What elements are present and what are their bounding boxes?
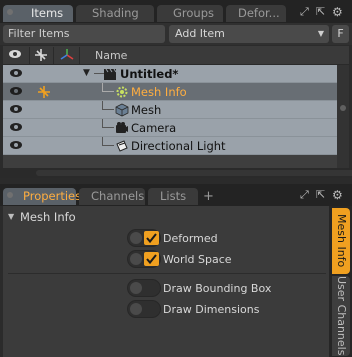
toggle-knob — [130, 253, 142, 265]
filter-items-input[interactable]: Filter Items — [3, 25, 165, 43]
column-separator — [79, 47, 80, 64]
deformed-label: Deformed — [163, 232, 218, 245]
popout-icon[interactable]: ⇱ — [316, 5, 325, 19]
items-list: Name ▼ Untitled* Mesh Info Mesh Camera D… — [3, 46, 349, 207]
tab-label: Groups — [173, 6, 215, 20]
cube-icon — [115, 103, 129, 117]
eye-icon[interactable] — [9, 139, 23, 153]
section-divider — [8, 273, 326, 274]
filter-row: Filter Items Add Item ▼ F — [0, 23, 352, 45]
name-column-header[interactable]: Name — [95, 48, 127, 63]
tab-deformers[interactable]: Defor... — [226, 5, 286, 22]
eye-icon[interactable] — [9, 67, 23, 81]
deformed-checkbox[interactable] — [127, 229, 161, 247]
item-label: Mesh — [131, 103, 162, 117]
list-vertical-scrollbar[interactable] — [337, 65, 349, 168]
tab-label: Defor... — [238, 6, 280, 20]
clapper-icon — [103, 67, 117, 81]
tab-lists[interactable]: Lists — [148, 188, 198, 205]
add-item-dropdown[interactable]: Add Item ▼ — [169, 25, 329, 43]
properties-panel: ▼ Mesh Info Deformed World Space Draw Bo… — [3, 206, 329, 357]
column-separator — [53, 47, 54, 64]
add-item-label: Add Item — [175, 27, 225, 40]
world-space-label: World Space — [163, 253, 232, 266]
vtab-user-channels[interactable]: User Channels — [332, 276, 350, 356]
item-label: Mesh Info — [131, 85, 187, 99]
tab-dot-icon — [7, 192, 13, 198]
draw-dimensions-checkbox[interactable] — [127, 300, 161, 318]
gear-icon[interactable]: ⚙ — [332, 188, 343, 202]
expand-icon[interactable]: ⤢ — [300, 188, 309, 202]
column-separator — [29, 47, 30, 64]
tree-connector — [102, 109, 114, 110]
collapse-triangle-icon[interactable]: ▼ — [8, 208, 14, 226]
tab-shading[interactable]: Shading — [76, 5, 154, 22]
tab-label: Properties — [23, 189, 82, 203]
checkmark-icon — [144, 231, 159, 245]
item-label: Directional Light — [131, 139, 226, 153]
chevron-down-icon: ▼ — [317, 29, 324, 38]
tree-connector — [102, 145, 114, 146]
tab-properties[interactable]: Properties — [3, 188, 81, 205]
section-title: Mesh Info — [20, 210, 76, 224]
eye-icon[interactable] — [9, 103, 23, 117]
item-label: Camera — [131, 121, 177, 135]
expand-triangle-icon[interactable]: ▼ — [83, 68, 90, 78]
filter-f-button[interactable]: F — [332, 25, 349, 43]
toggle-knob — [130, 282, 142, 294]
tree-connector — [102, 127, 114, 128]
list-item-selected[interactable]: Mesh Info — [3, 83, 337, 101]
expand-icon[interactable]: ⤢ — [300, 5, 309, 19]
vtab-mesh-info[interactable]: Mesh Info — [332, 208, 350, 274]
list-header: Name — [3, 46, 349, 65]
list-item[interactable]: Camera — [3, 119, 337, 137]
top-tab-bar: Items Shading Groups Defor... ⤢ ⇱ ⚙ — [0, 0, 352, 23]
tab-label: Shading — [92, 6, 139, 20]
toggle-knob — [130, 303, 142, 315]
window-controls: ⤢ ⇱ ⚙ — [300, 188, 346, 202]
gear-icon[interactable]: ⚙ — [332, 5, 343, 19]
panel-splitter[interactable] — [0, 168, 352, 178]
axis-column-icon[interactable] — [59, 48, 75, 62]
visibility-column-icon[interactable] — [7, 48, 23, 62]
add-tab-button[interactable]: + — [203, 188, 214, 205]
light-icon — [115, 139, 129, 153]
eye-icon[interactable] — [9, 85, 23, 99]
eye-icon[interactable] — [9, 121, 23, 135]
draw-bounding-box-checkbox[interactable] — [127, 279, 161, 297]
gear-icon — [115, 85, 129, 99]
section-header[interactable]: ▼ Mesh Info — [3, 208, 329, 226]
bottom-tab-bar: Properties Channels Lists + ⤢ ⇱ ⚙ — [0, 184, 352, 206]
draw-bounding-box-label: Draw Bounding Box — [163, 282, 272, 295]
popout-icon[interactable]: ⇱ — [316, 188, 325, 202]
lock-icon[interactable] — [36, 84, 52, 100]
tab-label: Lists — [160, 189, 187, 203]
item-label: Untitled* — [120, 67, 179, 81]
tab-dot-icon — [7, 9, 13, 15]
tab-channels[interactable]: Channels — [79, 188, 145, 205]
checkmark-icon — [144, 252, 159, 266]
world-space-checkbox[interactable] — [127, 250, 161, 268]
tab-label: Items — [31, 6, 64, 20]
vertical-tab-strip: Mesh Info User Channels — [329, 206, 352, 357]
list-item[interactable]: Mesh — [3, 101, 337, 119]
tab-items[interactable]: Items — [3, 5, 73, 22]
list-item[interactable]: Directional Light — [3, 137, 337, 155]
camera-icon — [115, 121, 129, 135]
tab-groups[interactable]: Groups — [157, 5, 223, 22]
toggle-knob — [130, 232, 142, 244]
scroll-grip[interactable] — [340, 105, 346, 111]
list-item[interactable]: ▼ Untitled* — [3, 65, 337, 83]
window-controls: ⤢ ⇱ ⚙ — [300, 5, 346, 19]
lock-column-icon[interactable] — [33, 48, 49, 62]
tab-label: Channels — [91, 189, 145, 203]
draw-dimensions-label: Draw Dimensions — [163, 303, 260, 316]
splitter-handle[interactable] — [36, 170, 352, 176]
tree-connector — [102, 91, 114, 92]
